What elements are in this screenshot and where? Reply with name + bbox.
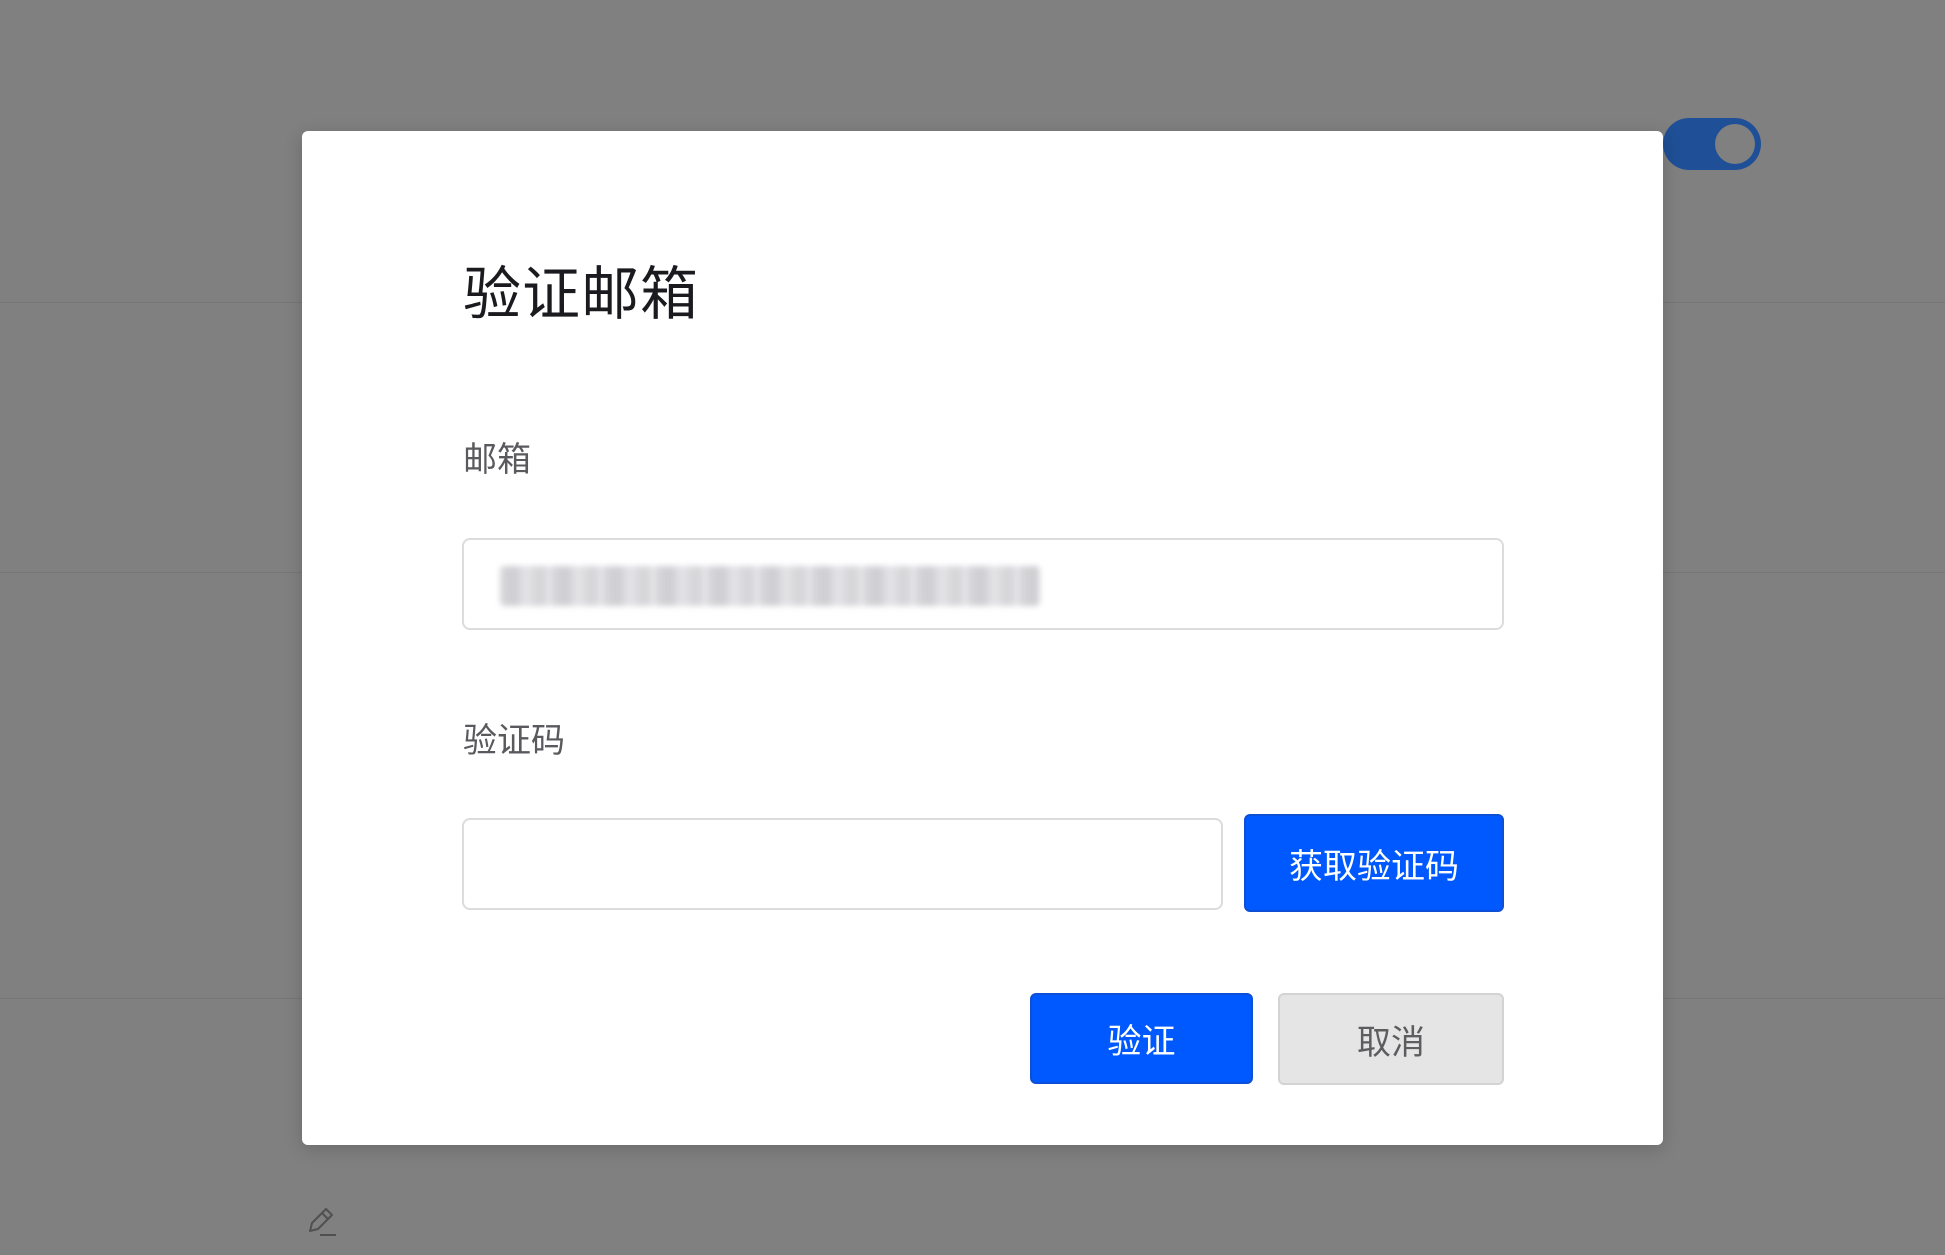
verification-code-input[interactable]	[462, 818, 1223, 910]
email-label: 邮箱	[463, 440, 531, 480]
verify-button[interactable]: 验证	[1030, 993, 1253, 1084]
email-field[interactable]	[462, 538, 1504, 630]
redacted-email-value	[500, 566, 1040, 606]
cancel-button[interactable]: 取消	[1278, 993, 1504, 1085]
toggle-knob	[1715, 124, 1755, 164]
pencil-icon	[304, 1205, 338, 1239]
dialog-title: 验证邮箱	[463, 260, 700, 328]
verification-code-label: 验证码	[463, 721, 565, 761]
background-toggle-switch	[1663, 118, 1761, 170]
get-code-button[interactable]: 获取验证码	[1244, 814, 1504, 912]
verify-email-dialog: 验证邮箱 邮箱 验证码 获取验证码 验证 取消	[302, 131, 1663, 1145]
